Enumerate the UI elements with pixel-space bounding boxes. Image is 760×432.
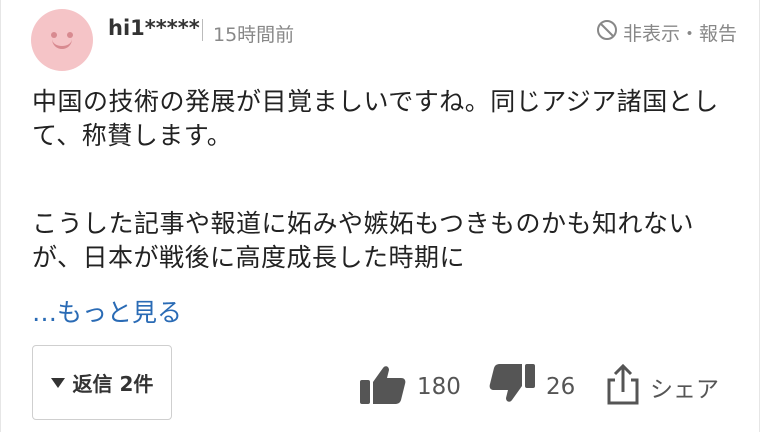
- post-time: 15時間前: [213, 24, 295, 46]
- avatar-mouth: [52, 39, 72, 49]
- like-count: 180: [417, 374, 461, 400]
- read-more-link[interactable]: …もっと見る: [32, 293, 182, 329]
- avatar-eye: [51, 32, 57, 38]
- comment-paragraph: こうした記事や報道に妬みや嫉妬もつきものかも知れないが、日本が戦後に高度成長した…: [32, 209, 695, 272]
- dislike-button[interactable]: 26: [488, 362, 575, 412]
- divider: [202, 19, 203, 41]
- dislike-count: 26: [546, 374, 576, 400]
- thumbs-up-icon: [359, 362, 407, 412]
- username[interactable]: hi1*****: [108, 16, 200, 40]
- avatar[interactable]: [31, 9, 93, 71]
- replies-label: 返信 2件: [72, 372, 154, 396]
- hide-report-label: 非表示・報告: [622, 23, 737, 45]
- avatar-eye: [67, 32, 73, 38]
- thumbs-down-icon: [488, 362, 536, 412]
- share-button[interactable]: シェア: [606, 362, 719, 412]
- replies-toggle-button[interactable]: 返信 2件: [32, 345, 172, 420]
- like-button[interactable]: 180: [359, 362, 461, 412]
- share-label: シェア: [650, 377, 719, 403]
- comment-paragraph: 中国の技術の発展が目覚ましいですね。同じアジア諸国として、称賛します。: [32, 87, 719, 150]
- hide-report-button[interactable]: 非表示・報告: [595, 18, 737, 47]
- triangle-down-icon: [50, 377, 65, 388]
- share-icon: [606, 362, 640, 412]
- comment-card: hi1***** 15時間前 非表示・報告 中国の技術の発展が目覚ましいですね。…: [0, 0, 760, 432]
- block-icon: [595, 18, 619, 47]
